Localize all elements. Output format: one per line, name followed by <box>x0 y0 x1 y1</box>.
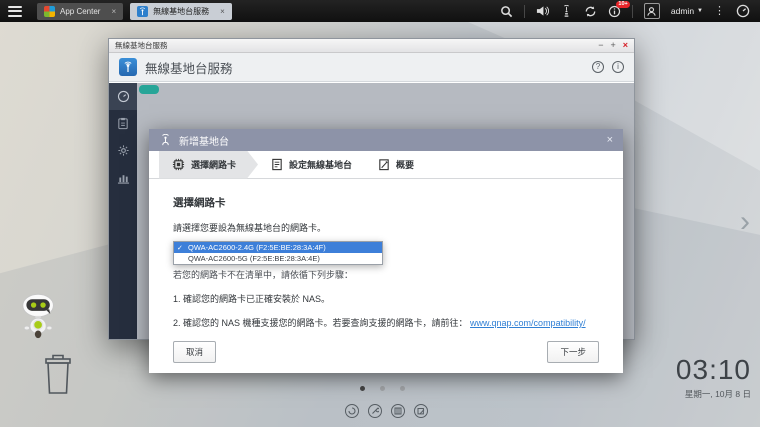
layout-columns-icon[interactable] <box>391 404 405 418</box>
summary-icon <box>379 159 389 171</box>
step-label: 選擇網路卡 <box>191 160 237 170</box>
window-body-dimmed: 新增基地台 × 選擇網路卡 設定無線基地台 概要 選擇網路卡 請選擇您要設為無線… <box>109 83 634 373</box>
content-heading: 選擇網路卡 <box>173 197 226 209</box>
pager-dot[interactable] <box>380 386 385 391</box>
next-button[interactable]: 下一步 <box>547 341 599 363</box>
maximize-button[interactable]: + <box>610 41 615 50</box>
volume-icon[interactable] <box>536 5 549 17</box>
pager-dot-active[interactable] <box>360 386 365 391</box>
notification-badge: 10+ <box>615 0 631 8</box>
close-window-button[interactable]: × <box>623 41 628 50</box>
clock-time: 03:10 <box>675 354 751 385</box>
divider <box>631 4 633 18</box>
taskbar-tab-app-center[interactable]: App Center × <box>37 2 124 20</box>
wizard-header: 新增基地台 × <box>149 129 623 151</box>
wizard-step-configure-ap[interactable]: 設定無線基地台 <box>258 151 365 179</box>
username-label: admin <box>670 6 695 16</box>
more-menu-icon[interactable]: ⋮ <box>714 5 725 17</box>
tab-label: 無線基地台服務 <box>153 6 210 16</box>
close-wizard-icon[interactable]: × <box>607 134 613 146</box>
user-icon[interactable] <box>643 3 660 19</box>
divider <box>523 4 525 18</box>
instruction-text: 請選擇您要設為無線基地台的網路卡。 <box>173 223 327 233</box>
hint-step-2-text: 2. 確認您的 NAS 機種支援您的網路卡。若要查詢支援的網路卡，請前往： <box>173 318 468 328</box>
background-tasks-icon[interactable] <box>584 5 597 18</box>
nic-option[interactable]: QWA-AC2600-5G (F2:5E:BE:28:3A:4E) <box>174 253 382 264</box>
gesture-icon[interactable] <box>345 404 359 418</box>
broadcast-tower-icon[interactable] <box>560 4 573 18</box>
main-menu-icon[interactable] <box>0 0 30 22</box>
pager-dot[interactable] <box>400 386 405 391</box>
wizard-step-summary[interactable]: 概要 <box>365 151 427 179</box>
clock-date: 星期一, 10月 8 日 <box>684 388 751 399</box>
about-icon[interactable]: i <box>612 61 624 73</box>
app-title: 無線基地台服務 <box>145 61 233 76</box>
tab-label: App Center <box>60 6 101 16</box>
sidebar-item-statistics[interactable] <box>109 164 137 191</box>
chip-icon <box>172 158 185 171</box>
step-label: 設定無線基地台 <box>289 160 353 170</box>
search-icon[interactable] <box>500 5 513 18</box>
wireless-ap-app-icon <box>137 5 149 17</box>
window-title: 無線基地台服務 <box>115 41 168 50</box>
wizard-content: 選擇網路卡 請選擇您要設為無線基地台的網路卡。 ✓ QWA-AC2600-2.4… <box>149 179 623 339</box>
taskbar-tab-wireless-ap[interactable]: 無線基地台服務 × <box>130 2 232 20</box>
status-toggle <box>139 85 159 94</box>
taskbar: App Center × 無線基地台服務 × 10+ admin ▼ ⋮ <box>0 0 760 22</box>
wizard-footer: 取消 下一步 <box>149 339 623 373</box>
chevron-down-icon: ▼ <box>697 8 703 14</box>
note-text: 若您的網路卡不在清單中，請依循下列步驟： <box>173 270 354 280</box>
nic-dropdown[interactable]: ✓ QWA-AC2600-2.4G (F2:5E:BE:28:3A:4F) QW… <box>173 241 383 265</box>
hint-step-2: 2. 確認您的 NAS 機種支援您的網路卡。若要查詢支援的網路卡，請前往： ww… <box>173 316 599 329</box>
tools-icon[interactable] <box>368 404 382 418</box>
resource-monitor-icon[interactable] <box>736 4 750 18</box>
app-sidebar <box>109 83 137 339</box>
wireless-ap-window: 無線基地台服務 − + × 無線基地台服務 ? i 新增基地台 × 選擇網路卡 … <box>108 38 635 373</box>
next-desktop-chevron-icon[interactable]: › <box>740 205 750 239</box>
nic-option-selected[interactable]: ✓ QWA-AC2600-2.4G (F2:5E:BE:28:3A:4F) <box>174 242 382 253</box>
recycle-bin-icon[interactable] <box>40 352 76 401</box>
sidebar-item-overview[interactable] <box>109 83 137 110</box>
user-menu[interactable]: admin ▼ <box>671 6 703 16</box>
desktop-pager <box>360 386 405 391</box>
minimize-button[interactable]: − <box>598 41 603 50</box>
wizard-step-select-nic[interactable]: 選擇網路卡 <box>159 151 258 179</box>
app-header: 無線基地台服務 ? i <box>109 53 634 82</box>
qnap-mascot[interactable] <box>12 292 66 351</box>
window-titlebar[interactable]: 無線基地台服務 − + × <box>109 39 634 53</box>
notifications-icon[interactable]: 10+ <box>608 0 631 18</box>
add-basestation-wizard: 新增基地台 × 選擇網路卡 設定無線基地台 概要 選擇網路卡 請選擇您要設為無線… <box>149 129 623 373</box>
cancel-button[interactable]: 取消 <box>173 341 217 363</box>
basestation-icon <box>162 133 169 145</box>
app-center-icon <box>44 5 55 17</box>
compatibility-link[interactable]: www.qnap.com/compatibility/ <box>470 318 586 328</box>
hint-step-1: 1. 確認您的網路卡已正確安裝於 NAS。 <box>173 294 331 304</box>
help-icon[interactable]: ? <box>592 61 604 73</box>
close-tab-icon[interactable]: × <box>111 7 116 16</box>
nic-option-label: QWA-AC2600-2.4G (F2:5E:BE:28:3A:4F) <box>188 243 326 252</box>
wireless-ap-app-icon <box>119 58 137 76</box>
step-label: 概要 <box>396 160 415 170</box>
desktop-clock: 03:10 星期一, 10月 8 日 <box>675 354 751 400</box>
wizard-title: 新增基地台 <box>179 136 229 148</box>
sidebar-item-basestation[interactable] <box>109 110 137 137</box>
wizard-steps: 選擇網路卡 設定無線基地台 概要 <box>149 151 623 179</box>
close-tab-icon[interactable]: × <box>220 7 225 16</box>
sidebar-item-settings[interactable] <box>109 137 137 164</box>
notes-icon[interactable] <box>414 404 428 418</box>
check-icon: ✓ <box>177 244 183 252</box>
settings-doc-icon <box>272 158 282 171</box>
desktop-dock <box>345 404 428 418</box>
nic-option-label: QWA-AC2600-5G (F2:5E:BE:28:3A:4E) <box>188 254 320 263</box>
